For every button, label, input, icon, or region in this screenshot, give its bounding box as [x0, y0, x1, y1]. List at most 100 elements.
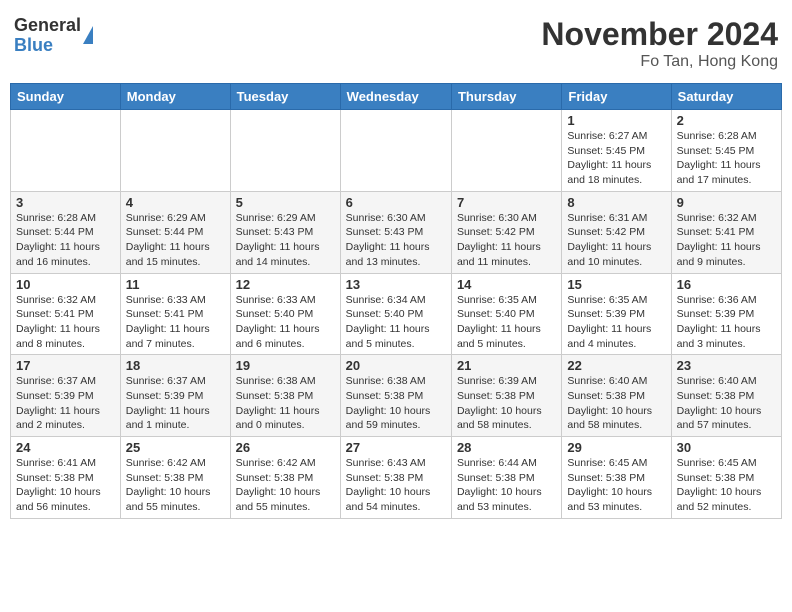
calendar-day-header: Tuesday: [230, 84, 340, 110]
calendar-cell: 16Sunrise: 6:36 AMSunset: 5:39 PMDayligh…: [671, 273, 781, 355]
day-number: 3: [16, 195, 115, 210]
calendar-week-row: 10Sunrise: 6:32 AMSunset: 5:41 PMDayligh…: [11, 273, 782, 355]
calendar-cell: [230, 110, 340, 192]
calendar-day-header: Friday: [562, 84, 671, 110]
day-info: Sunrise: 6:40 AMSunset: 5:38 PMDaylight:…: [567, 374, 665, 433]
calendar-table: SundayMondayTuesdayWednesdayThursdayFrid…: [10, 83, 782, 519]
day-info: Sunrise: 6:29 AMSunset: 5:43 PMDaylight:…: [236, 211, 335, 270]
calendar-cell: 20Sunrise: 6:38 AMSunset: 5:38 PMDayligh…: [340, 355, 451, 437]
day-number: 30: [677, 440, 776, 455]
calendar-week-row: 17Sunrise: 6:37 AMSunset: 5:39 PMDayligh…: [11, 355, 782, 437]
day-info: Sunrise: 6:34 AMSunset: 5:40 PMDaylight:…: [346, 293, 446, 352]
day-number: 7: [457, 195, 556, 210]
calendar-day-header: Wednesday: [340, 84, 451, 110]
day-number: 23: [677, 358, 776, 373]
calendar-cell: 30Sunrise: 6:45 AMSunset: 5:38 PMDayligh…: [671, 437, 781, 519]
calendar-header-row: SundayMondayTuesdayWednesdayThursdayFrid…: [11, 84, 782, 110]
calendar-cell: 18Sunrise: 6:37 AMSunset: 5:39 PMDayligh…: [120, 355, 230, 437]
logo-triangle-icon: [83, 26, 93, 44]
day-number: 22: [567, 358, 665, 373]
day-number: 26: [236, 440, 335, 455]
day-info: Sunrise: 6:31 AMSunset: 5:42 PMDaylight:…: [567, 211, 665, 270]
day-info: Sunrise: 6:36 AMSunset: 5:39 PMDaylight:…: [677, 293, 776, 352]
calendar-cell: 1Sunrise: 6:27 AMSunset: 5:45 PMDaylight…: [562, 110, 671, 192]
logo-text: General Blue: [14, 16, 81, 56]
calendar-cell: 12Sunrise: 6:33 AMSunset: 5:40 PMDayligh…: [230, 273, 340, 355]
calendar-day-header: Saturday: [671, 84, 781, 110]
calendar-cell: 5Sunrise: 6:29 AMSunset: 5:43 PMDaylight…: [230, 191, 340, 273]
day-number: 10: [16, 277, 115, 292]
day-number: 1: [567, 113, 665, 128]
day-info: Sunrise: 6:41 AMSunset: 5:38 PMDaylight:…: [16, 456, 115, 515]
day-info: Sunrise: 6:27 AMSunset: 5:45 PMDaylight:…: [567, 129, 665, 188]
calendar-cell: 23Sunrise: 6:40 AMSunset: 5:38 PMDayligh…: [671, 355, 781, 437]
calendar-cell: [340, 110, 451, 192]
calendar-cell: 19Sunrise: 6:38 AMSunset: 5:38 PMDayligh…: [230, 355, 340, 437]
calendar-cell: 2Sunrise: 6:28 AMSunset: 5:45 PMDaylight…: [671, 110, 781, 192]
calendar-cell: 3Sunrise: 6:28 AMSunset: 5:44 PMDaylight…: [11, 191, 121, 273]
page-header: General Blue November 2024 Fo Tan, Hong …: [10, 10, 782, 77]
day-info: Sunrise: 6:45 AMSunset: 5:38 PMDaylight:…: [567, 456, 665, 515]
day-number: 21: [457, 358, 556, 373]
day-number: 29: [567, 440, 665, 455]
day-info: Sunrise: 6:42 AMSunset: 5:38 PMDaylight:…: [236, 456, 335, 515]
day-info: Sunrise: 6:35 AMSunset: 5:40 PMDaylight:…: [457, 293, 556, 352]
logo-blue: Blue: [14, 36, 81, 56]
day-number: 16: [677, 277, 776, 292]
calendar-cell: 8Sunrise: 6:31 AMSunset: 5:42 PMDaylight…: [562, 191, 671, 273]
day-number: 27: [346, 440, 446, 455]
day-info: Sunrise: 6:43 AMSunset: 5:38 PMDaylight:…: [346, 456, 446, 515]
calendar-cell: 25Sunrise: 6:42 AMSunset: 5:38 PMDayligh…: [120, 437, 230, 519]
calendar-cell: 13Sunrise: 6:34 AMSunset: 5:40 PMDayligh…: [340, 273, 451, 355]
day-number: 11: [126, 277, 225, 292]
day-info: Sunrise: 6:35 AMSunset: 5:39 PMDaylight:…: [567, 293, 665, 352]
calendar-cell: 22Sunrise: 6:40 AMSunset: 5:38 PMDayligh…: [562, 355, 671, 437]
calendar-week-row: 1Sunrise: 6:27 AMSunset: 5:45 PMDaylight…: [11, 110, 782, 192]
day-info: Sunrise: 6:32 AMSunset: 5:41 PMDaylight:…: [677, 211, 776, 270]
day-number: 13: [346, 277, 446, 292]
day-info: Sunrise: 6:33 AMSunset: 5:41 PMDaylight:…: [126, 293, 225, 352]
calendar-day-header: Monday: [120, 84, 230, 110]
calendar-cell: 29Sunrise: 6:45 AMSunset: 5:38 PMDayligh…: [562, 437, 671, 519]
month-title: November 2024: [541, 16, 778, 53]
day-info: Sunrise: 6:30 AMSunset: 5:42 PMDaylight:…: [457, 211, 556, 270]
day-number: 8: [567, 195, 665, 210]
day-number: 14: [457, 277, 556, 292]
calendar-body: 1Sunrise: 6:27 AMSunset: 5:45 PMDaylight…: [11, 110, 782, 519]
day-info: Sunrise: 6:37 AMSunset: 5:39 PMDaylight:…: [126, 374, 225, 433]
day-number: 18: [126, 358, 225, 373]
day-number: 15: [567, 277, 665, 292]
calendar-cell: [120, 110, 230, 192]
day-number: 17: [16, 358, 115, 373]
calendar-week-row: 24Sunrise: 6:41 AMSunset: 5:38 PMDayligh…: [11, 437, 782, 519]
day-number: 24: [16, 440, 115, 455]
day-info: Sunrise: 6:30 AMSunset: 5:43 PMDaylight:…: [346, 211, 446, 270]
calendar-cell: [11, 110, 121, 192]
day-info: Sunrise: 6:28 AMSunset: 5:44 PMDaylight:…: [16, 211, 115, 270]
calendar-day-header: Thursday: [451, 84, 561, 110]
logo-general: General: [14, 16, 81, 36]
day-number: 19: [236, 358, 335, 373]
calendar-cell: 6Sunrise: 6:30 AMSunset: 5:43 PMDaylight…: [340, 191, 451, 273]
day-number: 12: [236, 277, 335, 292]
day-info: Sunrise: 6:44 AMSunset: 5:38 PMDaylight:…: [457, 456, 556, 515]
day-number: 20: [346, 358, 446, 373]
day-info: Sunrise: 6:37 AMSunset: 5:39 PMDaylight:…: [16, 374, 115, 433]
day-number: 2: [677, 113, 776, 128]
calendar-cell: 14Sunrise: 6:35 AMSunset: 5:40 PMDayligh…: [451, 273, 561, 355]
day-info: Sunrise: 6:40 AMSunset: 5:38 PMDaylight:…: [677, 374, 776, 433]
calendar-cell: 21Sunrise: 6:39 AMSunset: 5:38 PMDayligh…: [451, 355, 561, 437]
day-info: Sunrise: 6:32 AMSunset: 5:41 PMDaylight:…: [16, 293, 115, 352]
calendar-cell: 9Sunrise: 6:32 AMSunset: 5:41 PMDaylight…: [671, 191, 781, 273]
title-section: November 2024 Fo Tan, Hong Kong: [541, 16, 778, 71]
day-number: 9: [677, 195, 776, 210]
calendar-cell: 4Sunrise: 6:29 AMSunset: 5:44 PMDaylight…: [120, 191, 230, 273]
day-number: 5: [236, 195, 335, 210]
calendar-cell: 26Sunrise: 6:42 AMSunset: 5:38 PMDayligh…: [230, 437, 340, 519]
day-number: 4: [126, 195, 225, 210]
day-info: Sunrise: 6:39 AMSunset: 5:38 PMDaylight:…: [457, 374, 556, 433]
day-info: Sunrise: 6:38 AMSunset: 5:38 PMDaylight:…: [236, 374, 335, 433]
calendar-cell: 24Sunrise: 6:41 AMSunset: 5:38 PMDayligh…: [11, 437, 121, 519]
day-info: Sunrise: 6:33 AMSunset: 5:40 PMDaylight:…: [236, 293, 335, 352]
calendar-cell: 28Sunrise: 6:44 AMSunset: 5:38 PMDayligh…: [451, 437, 561, 519]
